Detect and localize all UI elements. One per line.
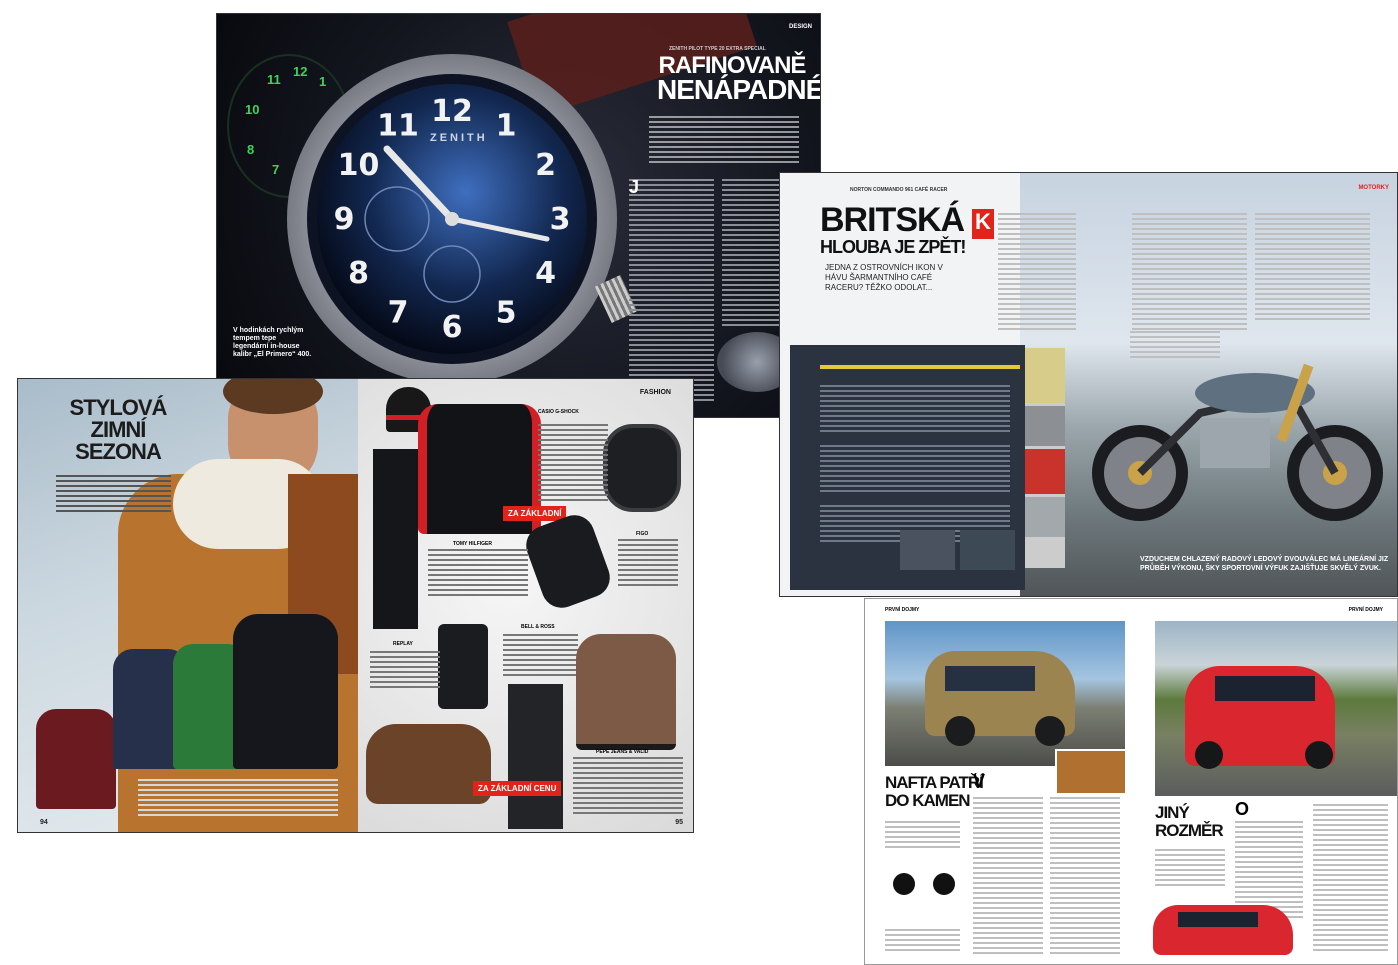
body-right-2: [1313, 804, 1388, 954]
pants-description: [370, 651, 440, 691]
rating-dial-2: [933, 873, 955, 895]
sweater: [576, 634, 676, 750]
caption: V hodinkách rychlým tempem tepe legendár…: [233, 327, 312, 358]
label-glove: FIGO: [636, 531, 649, 537]
page-number-right: 95: [675, 819, 683, 826]
dial-numeral: 10: [338, 148, 380, 183]
drop-cap: K: [972, 209, 994, 239]
dial-numeral: 2: [535, 148, 556, 183]
sweater-description: [573, 757, 683, 817]
jeans: [508, 684, 563, 829]
headline-line-1: BRITSKÁ: [820, 201, 965, 239]
intro-left: [885, 821, 960, 851]
dial-numeral: 3: [550, 202, 571, 237]
headline: BRITSKÁ HLOUBA JE ZPĚT!: [820, 201, 966, 257]
dial-numeral: 11: [377, 109, 419, 144]
thumbnail-strip: [1025, 348, 1065, 568]
dial-numeral: 7: [388, 296, 409, 331]
glove-description: [618, 539, 678, 589]
section-label: MOTORKY: [1358, 185, 1389, 191]
g-shock-watch: [603, 424, 681, 512]
headline-line-3: SEZONA: [75, 439, 162, 464]
headline-left-2: DO KAMEN: [885, 791, 971, 810]
headline: RAFINOVANĚ NENÁPADNÉ: [657, 54, 821, 105]
suv-photo: [885, 621, 1125, 766]
headline-line-2: NENÁPADNÉ: [657, 74, 821, 105]
headline-right: JINÝ ROZMĚR: [1155, 803, 1224, 840]
body-left-2: [1050, 797, 1120, 957]
headline-line-2: ZIMNÍ: [90, 417, 147, 442]
dial-numeral: 5: [496, 296, 517, 331]
intro-text: [649, 116, 799, 164]
price-tag-1: ZA ZÁKLADNÍ: [503, 506, 567, 521]
spec-box-left: [885, 929, 960, 954]
section-label: FASHION: [639, 389, 671, 396]
intro-right: [1155, 849, 1225, 889]
watch-2-description: [503, 634, 578, 679]
label-watch: BELL & ROSS: [521, 624, 555, 630]
dropcap-j: J: [629, 177, 640, 197]
hatchback-photo: [1155, 621, 1397, 796]
headline-right-1: JINÝ: [1155, 803, 1190, 822]
drop-cap-right: O: [1235, 799, 1250, 819]
car-magazine-spread: PRVNÍ DOJMY PRVNÍ DOJMY NAFTA PATŘÍ DO K…: [864, 598, 1398, 965]
body-column-1: [629, 179, 714, 404]
section-label: DESIGN: [788, 24, 812, 30]
dial-numeral: 9: [334, 202, 355, 237]
spec-panel: [790, 345, 1025, 590]
kicker-left: PRVNÍ DOJMY: [885, 607, 920, 613]
label-sweater: PEPE JEANS & VALID: [596, 749, 649, 755]
svg-text:8: 8: [247, 142, 254, 157]
hatchback-small-photo: [1153, 897, 1303, 959]
dial-brand: ZENITH: [430, 132, 488, 144]
jacket-burgundy: [36, 709, 116, 809]
svg-text:10: 10: [245, 102, 259, 117]
svg-text:7: 7: [272, 162, 279, 177]
square-watch: [438, 624, 488, 709]
intro-text: [56, 475, 171, 513]
motorcycle-magazine-spread: NORTON COMMANDO 961 CAFÉ RACER MOTORKY B…: [779, 172, 1398, 597]
headline-line-1: STYLOVÁ: [69, 395, 168, 420]
headline-left: NAFTA PATŘÍ DO KAMEN: [885, 773, 984, 810]
headline-line-2: HLOUBA JE ZPĚT!: [820, 237, 966, 257]
ski-pants: [373, 449, 418, 629]
fashion-magazine-spread: STYLOVÁ ZIMNÍ SEZONA 94 FASHION ZA ZÁKLA…: [17, 378, 694, 833]
headline-left-1: NAFTA PATŘÍ: [885, 773, 984, 792]
dial-numeral: 12: [431, 94, 473, 129]
headline-right-2: ROZMĚR: [1155, 821, 1224, 840]
dial-numeral: 6: [442, 310, 463, 345]
watch-dial: 12 12 3 45678 9 10 11: [307, 74, 597, 364]
dial-numeral: 8: [348, 256, 369, 291]
label-pants: REPLAY: [393, 641, 413, 647]
watch-magazine-spread: 11121 1087 2 121234567891011 ZENITH DESI…: [216, 13, 821, 418]
motorcycle-photo: [1092, 363, 1383, 521]
kicker: NORTON COMMANDO 961 CAFÉ RACER: [850, 187, 948, 193]
label-hat: CASIO G-SHOCK: [538, 409, 579, 415]
caption: VZDUCHEM CHLAZENÝ RADOVÝ LEDOVÝ DVOUVÁLE…: [1140, 556, 1389, 572]
kicker-right: PRVNÍ DOJMY: [1348, 607, 1383, 613]
deck: JEDNA Z OSTROVNÍCH IKON V HÁVU ŠARMANTNÍ…: [825, 263, 943, 292]
svg-text:11: 11: [267, 72, 281, 87]
dial-numeral: 4: [535, 256, 556, 291]
dial-numeral: 1: [496, 109, 517, 144]
body-column-2: [1132, 213, 1247, 333]
products-caption: [138, 779, 338, 819]
jacket-black: [233, 614, 338, 769]
rating-dial-1: [893, 873, 915, 895]
headline: STYLOVÁ ZIMNÍ SEZONA: [53, 397, 183, 463]
page-number-left: 94: [40, 819, 48, 826]
body-column-1: [998, 213, 1076, 333]
price-tag-2: ZA ZÁKLADNÍ CENU: [473, 781, 562, 796]
drop-cap-left: V: [973, 771, 986, 791]
body-left-1: [973, 797, 1043, 957]
body-column-3: [1255, 213, 1370, 323]
suv-thumbnail: [1055, 749, 1127, 795]
jacket-description: [428, 549, 528, 599]
label-jacket: TOMY HILFIGER: [453, 541, 492, 547]
watch-description: [538, 424, 608, 504]
